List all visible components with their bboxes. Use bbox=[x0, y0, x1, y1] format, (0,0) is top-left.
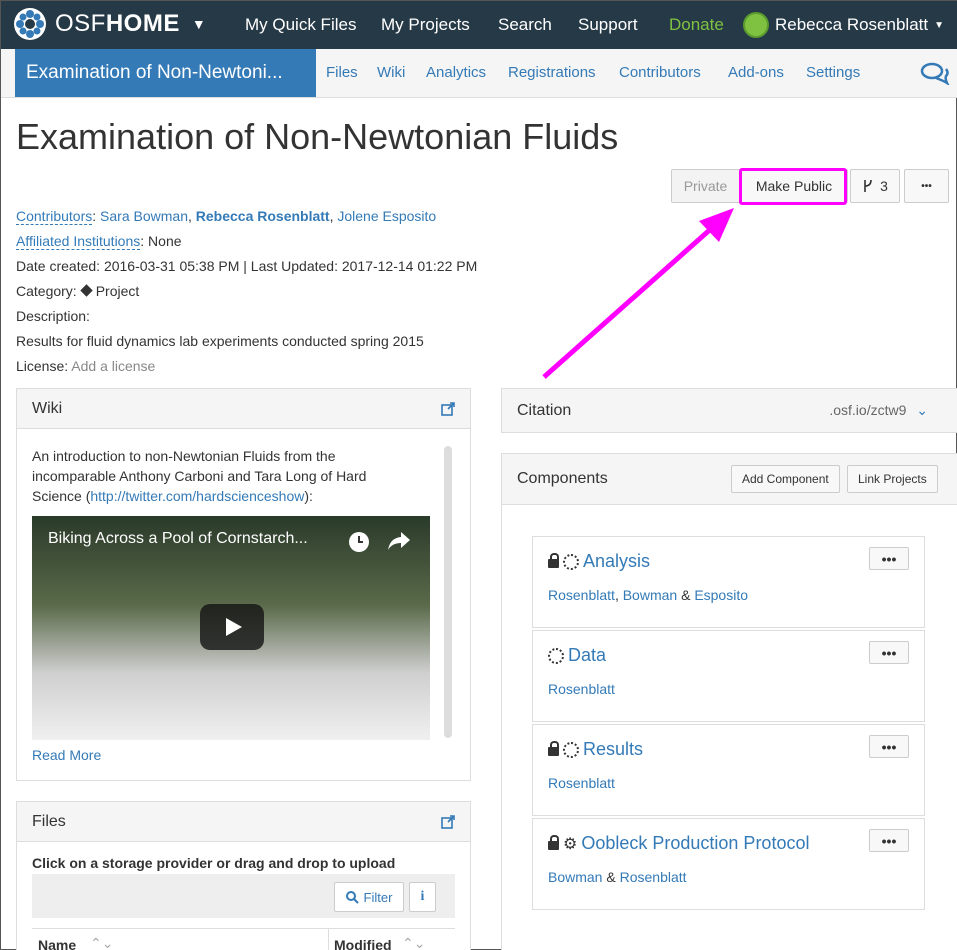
lock-icon bbox=[548, 741, 559, 756]
component-title[interactable]: ⚙ Oobleck Production Protocol bbox=[548, 833, 809, 854]
component-contributors: Rosenblatt bbox=[548, 775, 615, 791]
date-line: Date created: 2016-03-31 05:38 PM | Last… bbox=[16, 258, 478, 274]
category-line: Category: Project bbox=[16, 283, 140, 299]
external-link-icon[interactable] bbox=[441, 814, 455, 829]
wiki-panel-header: Wiki bbox=[17, 389, 470, 429]
files-table-header: Name ⌃⌄ Modified ⌃⌄ bbox=[32, 928, 455, 950]
sort-icon[interactable]: ⌃⌄ bbox=[402, 935, 425, 950]
cube-icon bbox=[79, 284, 93, 297]
files-panel-title: Files bbox=[32, 812, 66, 830]
circle-icon bbox=[563, 741, 579, 758]
video-embed[interactable]: Biking Across a Pool of Cornstarch... bbox=[32, 516, 430, 740]
filter-button[interactable]: Filter bbox=[334, 882, 404, 912]
component-options-button[interactable]: ••• bbox=[869, 829, 909, 852]
license-line: License: Add a license bbox=[16, 358, 156, 374]
link-projects-button[interactable]: Link Projects bbox=[847, 465, 938, 493]
citation-title: Citation bbox=[517, 401, 572, 419]
component-options-button[interactable]: ••• bbox=[869, 641, 909, 664]
component-title[interactable]: Analysis bbox=[548, 551, 650, 572]
component-title[interactable]: Data bbox=[548, 645, 606, 666]
circle-icon bbox=[548, 647, 564, 664]
sort-icon[interactable]: ⌃⌄ bbox=[90, 935, 113, 950]
citation-panel[interactable]: Citation .osf.io/zctw9 ⌄ bbox=[501, 388, 957, 433]
component-contributors: Rosenblatt bbox=[548, 681, 615, 697]
wiki-panel: Wiki An introduction to non-Newtonian Fl… bbox=[16, 388, 471, 781]
lock-icon bbox=[548, 835, 559, 850]
files-panel-header: Files bbox=[17, 802, 470, 842]
read-more-link[interactable]: Read More bbox=[32, 747, 101, 763]
category-value: Project bbox=[95, 283, 140, 299]
col-name[interactable]: Name bbox=[38, 937, 76, 950]
component-options-button[interactable]: ••• bbox=[869, 547, 909, 570]
lock-icon bbox=[548, 553, 559, 568]
files-panel: Files Click on a storage provider or dra… bbox=[16, 801, 471, 950]
add-license-link[interactable]: Add a license bbox=[71, 358, 155, 374]
affiliated-line: Affiliated Institutions: None bbox=[16, 233, 182, 250]
contributors-line: Contributors: Sara Bowman, Rebecca Rosen… bbox=[16, 208, 437, 225]
contributor-link[interactable]: Jolene Esposito bbox=[337, 208, 436, 224]
chevron-down-icon: ⌄ bbox=[916, 402, 928, 418]
description-label: Description: bbox=[16, 308, 90, 324]
circle-icon bbox=[563, 553, 579, 570]
contributor-link[interactable]: Sara Bowman bbox=[100, 208, 188, 224]
play-button[interactable] bbox=[200, 604, 264, 650]
contributors-label[interactable]: Contributors bbox=[16, 208, 93, 225]
add-component-button[interactable]: Add Component bbox=[731, 465, 840, 493]
wiki-scrollbar[interactable] bbox=[444, 446, 452, 738]
components-title: Components bbox=[517, 470, 608, 487]
citation-url: .osf.io/zctw9 ⌄ bbox=[829, 402, 928, 418]
external-link-icon[interactable] bbox=[441, 401, 455, 416]
citation-header: Citation .osf.io/zctw9 ⌄ bbox=[502, 389, 957, 432]
components-panel: Components Add Component Link Projects A… bbox=[501, 453, 957, 950]
description-text: Results for fluid dynamics lab experimen… bbox=[16, 333, 424, 349]
component-contributors: Rosenblatt, Bowman & Esposito bbox=[548, 587, 749, 603]
search-icon bbox=[345, 890, 359, 904]
col-modified[interactable]: Modified bbox=[334, 937, 392, 950]
files-instruction: Click on a storage provider or drag and … bbox=[32, 855, 396, 871]
info-icon[interactable]: i bbox=[409, 882, 436, 912]
component-options-button[interactable]: ••• bbox=[869, 735, 909, 758]
component-title[interactable]: Results bbox=[548, 739, 643, 760]
wiki-panel-title: Wiki bbox=[32, 399, 63, 417]
component-card: ⚙ Oobleck Production Protocol Bowman & Ro… bbox=[532, 818, 925, 910]
clock-icon[interactable] bbox=[348, 531, 370, 553]
wiki-link[interactable]: http://twitter.com/hardscienceshow bbox=[90, 488, 304, 504]
wiki-text: An introduction to non-Newtonian Fluids … bbox=[32, 448, 367, 504]
video-title: Biking Across a Pool of Cornstarch... bbox=[48, 530, 308, 547]
component-contributors: Bowman & Rosenblatt bbox=[548, 869, 687, 885]
files-toolbar: Filter i bbox=[32, 874, 455, 918]
affiliated-value: None bbox=[148, 233, 182, 249]
share-icon[interactable] bbox=[387, 530, 411, 552]
contributor-link[interactable]: Rebecca Rosenblatt bbox=[196, 208, 330, 224]
component-card: Analysis Rosenblatt, Bowman & Esposito •… bbox=[532, 536, 925, 628]
gears-icon: ⚙ bbox=[563, 835, 578, 853]
component-card: Results Rosenblatt ••• bbox=[532, 724, 925, 816]
component-card: Data Rosenblatt ••• bbox=[532, 630, 925, 722]
affiliated-label[interactable]: Affiliated Institutions bbox=[16, 233, 141, 250]
